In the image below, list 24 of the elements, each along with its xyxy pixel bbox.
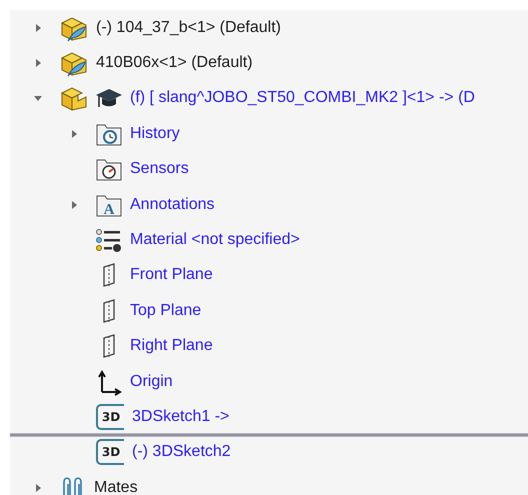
expand-arrow-icon[interactable]: [69, 200, 79, 210]
tree-item-label[interactable]: (-) 104_37_b<1> (Default): [96, 18, 281, 37]
tree-item-label[interactable]: Mates: [94, 478, 138, 495]
tree-item-label[interactable]: Front Plane: [130, 266, 213, 284]
tree-item-label[interactable]: Right Plane: [130, 337, 213, 356]
rollback-bar[interactable]: [10, 432, 528, 437]
expand-arrow-icon[interactable]: [33, 22, 43, 33]
tree-item-label[interactable]: (-) 3DSketch2: [132, 443, 231, 462]
tree-item-label[interactable]: Material <not specified>: [130, 231, 300, 250]
3d-sketch-icon: 3D: [96, 439, 124, 466]
expand-arrow-icon[interactable]: [33, 482, 43, 493]
tree-item-label[interactable]: (f) [ slang^JOBO_ST50_COMBI_MK2 ]<1> -> (D: [130, 89, 475, 108]
tree-item-label[interactable]: History: [130, 124, 180, 143]
expand-arrow-icon[interactable]: [69, 128, 79, 139]
material-list-icon: [94, 226, 124, 254]
tree-item-label[interactable]: Origin: [130, 372, 173, 391]
tree-item-label[interactable]: Sensors: [130, 160, 189, 178]
tree-item-label[interactable]: Top Plane: [130, 302, 202, 320]
tree-item-label[interactable]: 410B06x<1> (Default): [96, 54, 253, 72]
collapse-arrow-icon[interactable]: [33, 93, 43, 104]
tree-item-label[interactable]: 3DSketch1 ->: [132, 408, 230, 426]
3d-sketch-icon: 3D: [96, 404, 124, 430]
expand-arrow-icon[interactable]: [33, 58, 43, 68]
tree-item-label[interactable]: Annotations: [130, 196, 215, 214]
